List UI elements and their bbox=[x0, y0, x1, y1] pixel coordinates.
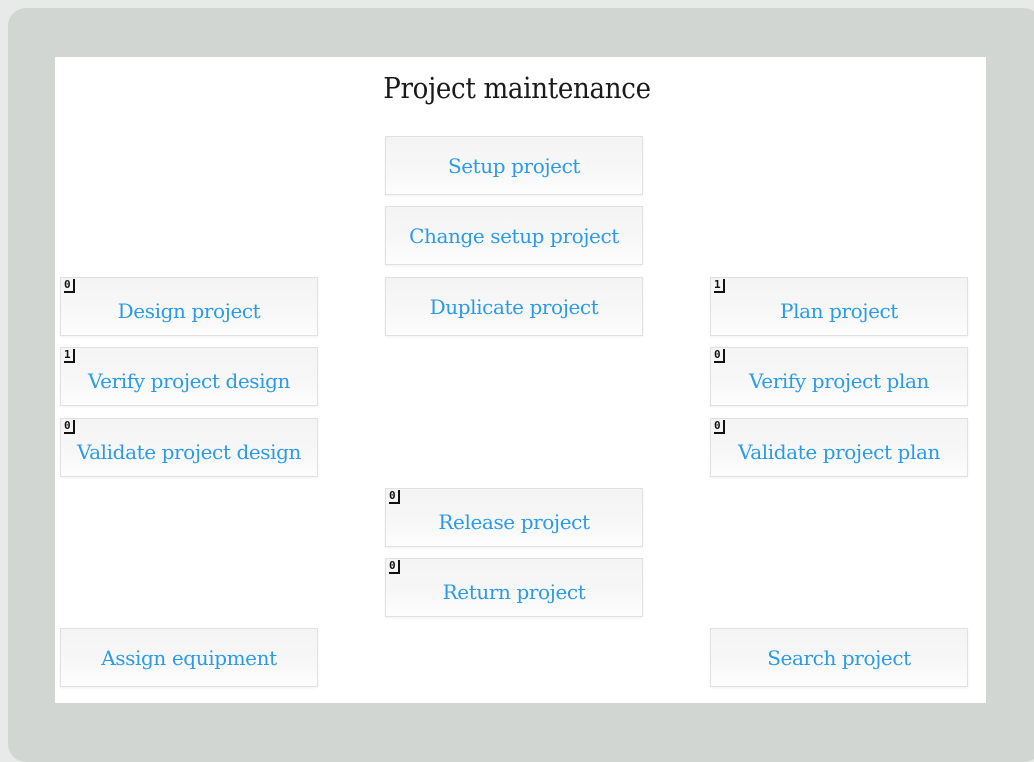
duplicate-project-button[interactable]: Duplicate project bbox=[385, 277, 643, 336]
duplicate-project-label: Duplicate project bbox=[429, 294, 599, 319]
return-project-label: Return project bbox=[442, 580, 586, 605]
validate-project-plan-button[interactable]: 0 Validate project plan bbox=[710, 418, 968, 477]
assign-equipment-button[interactable]: Assign equipment bbox=[60, 628, 318, 687]
release-project-button[interactable]: 0 Release project bbox=[385, 488, 643, 547]
design-project-label: Design project bbox=[117, 299, 261, 324]
validate-project-plan-count-badge: 0 bbox=[714, 420, 725, 434]
validate-project-design-count-badge: 0 bbox=[64, 420, 75, 434]
plan-project-count-badge: 1 bbox=[714, 279, 725, 293]
setup-project-button[interactable]: Setup project bbox=[385, 136, 643, 195]
validate-project-design-button[interactable]: 0 Validate project design bbox=[60, 418, 318, 477]
design-project-button[interactable]: 0 Design project bbox=[60, 277, 318, 336]
verify-project-plan-button[interactable]: 0 Verify project plan bbox=[710, 347, 968, 406]
verify-project-design-button[interactable]: 1 Verify project design bbox=[60, 347, 318, 406]
return-project-button[interactable]: 0 Return project bbox=[385, 558, 643, 617]
plan-project-button[interactable]: 1 Plan project bbox=[710, 277, 968, 336]
setup-project-label: Setup project bbox=[447, 153, 581, 178]
release-project-label: Release project bbox=[438, 510, 590, 535]
assign-equipment-label: Assign equipment bbox=[101, 645, 277, 670]
page-title: Project maintenance bbox=[383, 71, 651, 105]
validate-project-plan-label: Validate project plan bbox=[738, 440, 940, 465]
return-project-count-badge: 0 bbox=[389, 560, 400, 574]
change-setup-project-button[interactable]: Change setup project bbox=[385, 206, 643, 265]
search-project-button[interactable]: Search project bbox=[710, 628, 968, 687]
verify-project-plan-count-badge: 0 bbox=[714, 349, 725, 363]
plan-project-label: Plan project bbox=[780, 299, 898, 324]
search-project-label: Search project bbox=[767, 645, 911, 670]
change-setup-project-label: Change setup project bbox=[409, 223, 619, 248]
design-project-count-badge: 0 bbox=[64, 279, 75, 293]
verify-project-design-label: Verify project design bbox=[87, 369, 291, 394]
verify-project-plan-label: Verify project plan bbox=[749, 369, 929, 394]
validate-project-design-label: Validate project design bbox=[76, 440, 302, 465]
verify-project-design-count-badge: 1 bbox=[64, 349, 75, 363]
release-project-count-badge: 0 bbox=[389, 490, 400, 504]
